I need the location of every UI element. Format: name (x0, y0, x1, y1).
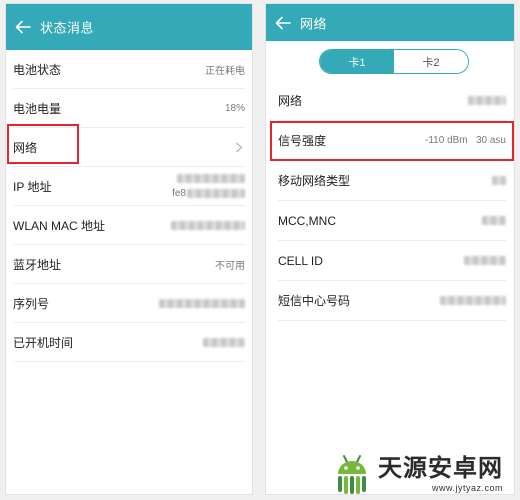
row-label: 电池电量 (13, 101, 62, 116)
row-label: 已开机时间 (13, 335, 74, 350)
row-label: 电池状态 (13, 62, 62, 77)
row-value: 不可用 (215, 260, 245, 272)
watermark-name: 天源安卓网 (378, 455, 503, 482)
row-signal-strength: 信号强度 -110 dBm 30 asu (278, 121, 506, 161)
redacted-value (203, 337, 245, 347)
row-label: 短信中心号码 (278, 294, 351, 308)
redacted-value (468, 96, 506, 105)
tab-sim-2[interactable]: 卡2 (394, 50, 468, 73)
row-label: WLAN MAC 地址 (13, 218, 106, 233)
row-label: 移动网络类型 (278, 174, 351, 188)
status-info-screen: 状态消息 电池状态 正在耗电 电池电量 18% 网络 IP 地址 fe8 WLA… (5, 3, 253, 495)
page-title: 网络 (300, 16, 328, 31)
watermark: 天源安卓网 www.jytyaz.com (330, 450, 515, 498)
network-screen: 网络 卡1 卡2 网络 信号强度 -110 dBm 30 asu 移动网络类型 … (265, 3, 515, 495)
status-header: 状态消息 (6, 4, 252, 50)
row-value: fe8 (172, 187, 186, 199)
chevron-right-icon (236, 142, 243, 152)
row-cell-id: CELL ID (278, 241, 506, 281)
watermark-text: 天源安卓网 www.jytyaz.com (378, 456, 503, 494)
row-label: 网络 (278, 94, 303, 108)
network-list: 网络 信号强度 -110 dBm 30 asu 移动网络类型 MCC,MNC C… (266, 81, 514, 321)
row-network-operator: 网络 (278, 81, 506, 121)
redacted-value (440, 296, 506, 305)
tab-sim-1[interactable]: 卡1 (320, 50, 394, 73)
row-label: IP 地址 (13, 179, 52, 194)
status-list: 电池状态 正在耗电 电池电量 18% 网络 IP 地址 fe8 WLAN MAC… (6, 50, 252, 362)
row-serial-number: 序列号 (13, 284, 245, 323)
back-arrow-icon[interactable] (275, 16, 291, 30)
row-network[interactable]: 网络 (13, 128, 245, 167)
sim-tabs: 卡1 卡2 (319, 49, 469, 74)
row-label: 网络 (13, 140, 38, 155)
redacted-value (492, 176, 506, 185)
row-label: 蓝牙地址 (13, 257, 62, 272)
android-logo-icon (338, 455, 366, 494)
row-bluetooth-address: 蓝牙地址 不可用 (13, 245, 245, 284)
row-label: 信号强度 (278, 134, 327, 148)
back-arrow-icon[interactable] (15, 20, 31, 34)
row-label: CELL ID (278, 253, 323, 268)
row-ip-address: IP 地址 fe8 (13, 167, 245, 206)
row-network-type: 移动网络类型 (278, 161, 506, 201)
network-header: 网络 (266, 4, 514, 41)
row-battery-status: 电池状态 正在耗电 (13, 50, 245, 89)
redacted-value (187, 188, 245, 198)
page-title: 状态消息 (40, 20, 95, 36)
ip-value-line: fe8 (172, 188, 245, 199)
redacted-value (177, 173, 245, 183)
row-value: 18% (224, 102, 245, 114)
watermark-url: www.jytyaz.com (431, 483, 503, 493)
row-sms-center: 短信中心号码 (278, 281, 506, 321)
redacted-value (159, 298, 245, 308)
row-value: 正在耗电 (205, 65, 245, 77)
redacted-value (482, 216, 506, 225)
row-label: MCC,MNC (278, 213, 336, 228)
row-mcc-mnc: MCC,MNC (278, 201, 506, 241)
redacted-value (464, 256, 506, 265)
redacted-value (171, 220, 245, 230)
row-uptime: 已开机时间 (13, 323, 245, 362)
row-battery-level: 电池电量 18% (13, 89, 245, 128)
row-value: -110 dBm 30 asu (425, 135, 506, 146)
ip-value: fe8 (172, 173, 245, 199)
row-wlan-mac: WLAN MAC 地址 (13, 206, 245, 245)
row-label: 序列号 (13, 296, 50, 311)
